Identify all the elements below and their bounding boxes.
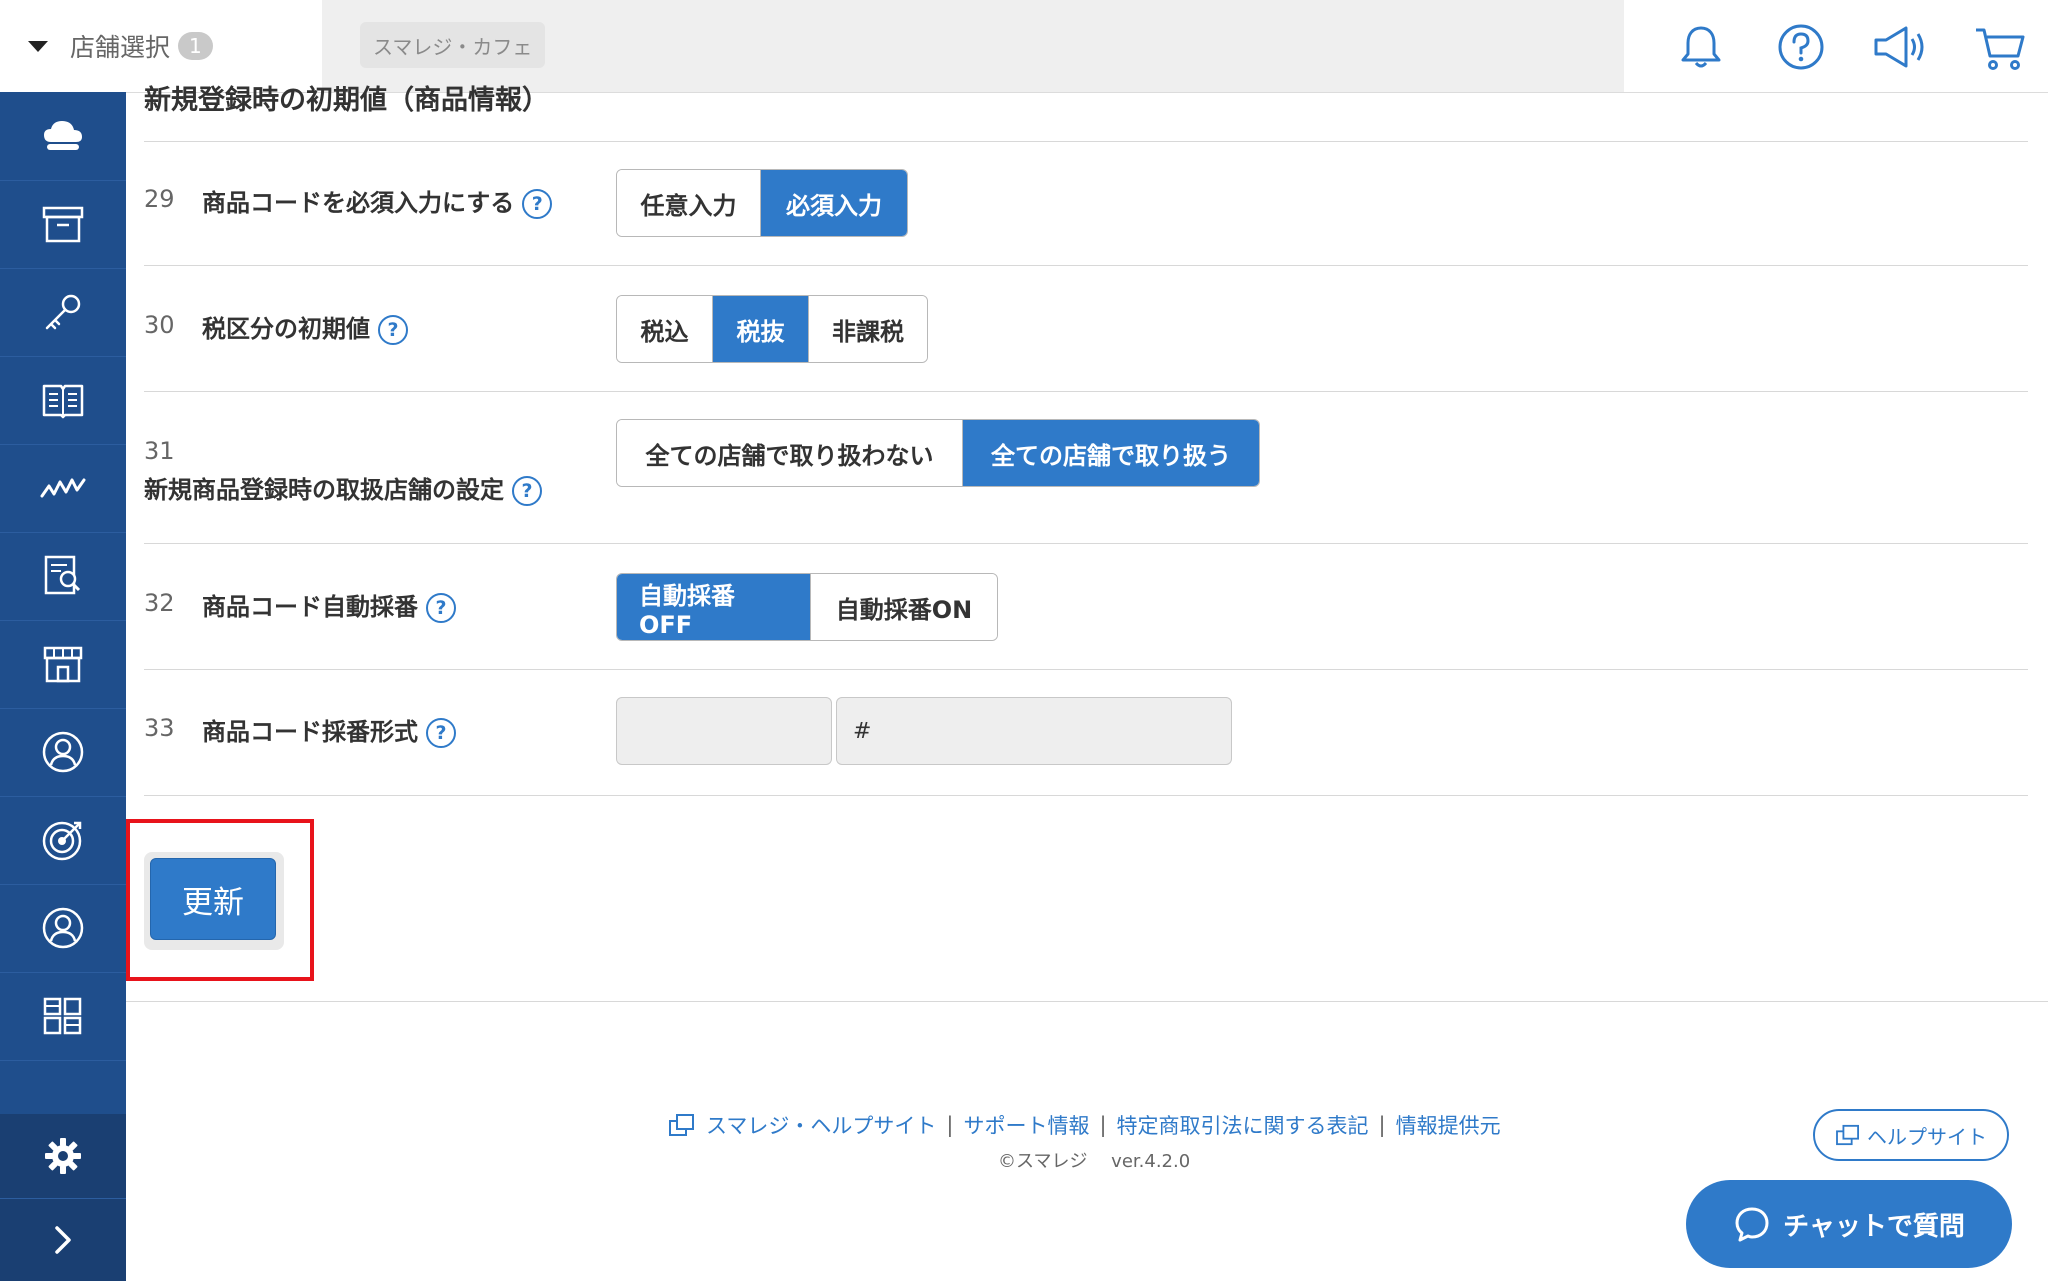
store-count-badge: 1 <box>178 32 213 60</box>
help-circle-icon[interactable] <box>1776 22 1826 72</box>
footer-link-legal[interactable]: 特定商取引法に関する表記 <box>1117 1110 1369 1140</box>
sidebar-item-staff[interactable] <box>0 708 126 797</box>
row-label-store-handling: 新規商品登録時の取扱店舗の設定? <box>144 470 542 506</box>
row-label-code-format: 商品コード採番形式? <box>202 712 456 748</box>
external-link-icon <box>1836 1124 1859 1146</box>
bell-icon[interactable] <box>1676 22 1726 72</box>
footer-separator: | <box>1378 1113 1386 1137</box>
caret-down-icon <box>28 40 48 52</box>
sidebar-item-report[interactable] <box>0 532 126 621</box>
footer-separator: | <box>1099 1113 1107 1137</box>
product-code-required-toggle: 任意入力 必須入力 <box>616 169 908 237</box>
copyright-text: ©スマレジ ver.4.2.0 <box>998 1151 1191 1172</box>
store-select-label: 店舗選択 <box>70 33 171 62</box>
divider <box>144 543 2028 544</box>
auto-numbering-toggle: 自動採番OFF 自動採番ON <box>616 573 998 641</box>
footer-link-provider[interactable]: 情報提供元 <box>1396 1110 1501 1140</box>
row-label-product-code-required: 商品コードを必須入力にする? <box>202 183 553 219</box>
customer-icon <box>42 907 84 949</box>
option-handle-all-stores[interactable]: 全ての店舗で取り扱う <box>963 420 1259 486</box>
footer-link-helpsite[interactable]: スマレジ・ヘルプサイト <box>706 1110 936 1140</box>
main-content: 新規登録時の初期値（商品情報） 29 商品コードを必須入力にする? 任意入力 必… <box>126 85 2048 1280</box>
row-number: 31 <box>144 437 175 465</box>
chat-button[interactable]: チャットで質問 <box>1686 1180 2012 1268</box>
gear-icon <box>45 1138 81 1174</box>
divider <box>144 391 2028 392</box>
tax-default-toggle: 税込 税抜 非課税 <box>616 295 928 363</box>
divider <box>126 1001 2048 1002</box>
key-icon <box>45 294 81 330</box>
cloud-icon <box>44 121 82 150</box>
store-name-chip: スマレジ・カフェ <box>360 22 546 68</box>
footer-links: スマレジ・ヘルプサイト | サポート情報 | 特定商取引法に関する表記 | 情報… <box>668 1110 1501 1140</box>
row-label-tax-default: 税区分の初期値? <box>202 309 408 345</box>
external-link-icon <box>669 1114 694 1136</box>
sidebar-item-cloud[interactable] <box>0 92 126 181</box>
footer-link-support[interactable]: サポート情報 <box>963 1110 1089 1140</box>
target-icon <box>42 821 82 861</box>
row-label-auto-numbering: 商品コード自動採番? <box>202 587 456 623</box>
row-number: 30 <box>144 311 175 339</box>
store-icon <box>43 646 83 683</box>
row-label-text: 商品コード採番形式 <box>202 718 418 746</box>
helpsite-button-label: ヘルプサイト <box>1867 1124 1987 1149</box>
section-title: 新規登録時の初期値（商品情報） <box>144 85 549 116</box>
sidebar-item-book[interactable] <box>0 356 126 445</box>
sidebar-item-archive[interactable] <box>0 180 126 269</box>
chat-bubble-icon <box>1735 1207 1769 1242</box>
row-number: 32 <box>144 589 175 617</box>
megaphone-icon[interactable] <box>1870 22 1932 72</box>
user-circle-icon <box>42 731 84 773</box>
update-button[interactable]: 更新 <box>150 858 276 940</box>
code-format-input[interactable]: # <box>836 697 1232 765</box>
option-tax-excluded[interactable]: 税抜 <box>713 296 809 362</box>
option-tax-exempt[interactable]: 非課税 <box>809 296 927 362</box>
helpsite-button[interactable]: ヘルプサイト <box>1813 1109 2009 1161</box>
row-label-text: 商品コードを必須入力にする <box>202 189 515 217</box>
report-search-icon <box>44 555 81 595</box>
grid-icon <box>43 997 82 1035</box>
option-auto-numbering-on[interactable]: 自動採番ON <box>811 574 997 640</box>
sidebar-item-customer[interactable] <box>0 884 126 973</box>
divider <box>144 265 2028 266</box>
update-button-wrap: 更新 <box>144 852 284 950</box>
option-auto-numbering-off[interactable]: 自動採番OFF <box>617 574 811 640</box>
help-icon[interactable]: ? <box>426 718 456 748</box>
help-icon[interactable]: ? <box>378 315 408 345</box>
sidebar-item-target[interactable] <box>0 796 126 885</box>
sidebar-item-store[interactable] <box>0 620 126 709</box>
help-icon[interactable]: ? <box>522 189 553 219</box>
sidebar-item-apps[interactable] <box>0 972 126 1061</box>
row-number: 33 <box>144 714 175 742</box>
row-number: 29 <box>144 185 175 213</box>
sidebar <box>0 92 126 1281</box>
row-label-text: 新規商品登録時の取扱店舗の設定 <box>144 476 504 504</box>
option-required-input[interactable]: 必須入力 <box>761 170 907 236</box>
help-icon[interactable]: ? <box>426 593 456 623</box>
store-handling-toggle: 全ての店舗で取り扱わない 全ての店舗で取り扱う <box>616 419 1260 487</box>
sidebar-expand[interactable] <box>0 1198 126 1281</box>
footer-separator: | <box>946 1113 954 1137</box>
sidebar-settings[interactable] <box>0 1114 126 1198</box>
divider <box>144 669 2028 670</box>
sidebar-item-analytics[interactable] <box>0 444 126 533</box>
option-tax-included[interactable]: 税込 <box>617 296 713 362</box>
option-optional-input[interactable]: 任意入力 <box>617 170 761 236</box>
header-icons <box>1624 0 2048 92</box>
archive-box-icon <box>42 206 84 243</box>
cart-icon[interactable] <box>1972 22 2028 72</box>
divider <box>144 141 2028 142</box>
chart-line-icon <box>40 478 86 498</box>
row-label-text: 税区分の初期値 <box>202 315 370 343</box>
sidebar-item-key[interactable] <box>0 268 126 357</box>
chat-button-label: チャットで質問 <box>1783 1211 1965 1242</box>
help-icon[interactable]: ? <box>512 476 542 506</box>
code-prefix-input[interactable] <box>616 697 832 765</box>
row-label-text: 商品コード自動採番 <box>202 593 418 621</box>
chevron-right-icon <box>55 1226 71 1254</box>
book-icon <box>42 384 84 419</box>
divider <box>144 795 2028 796</box>
option-not-handle-all-stores[interactable]: 全ての店舗で取り扱わない <box>617 420 963 486</box>
